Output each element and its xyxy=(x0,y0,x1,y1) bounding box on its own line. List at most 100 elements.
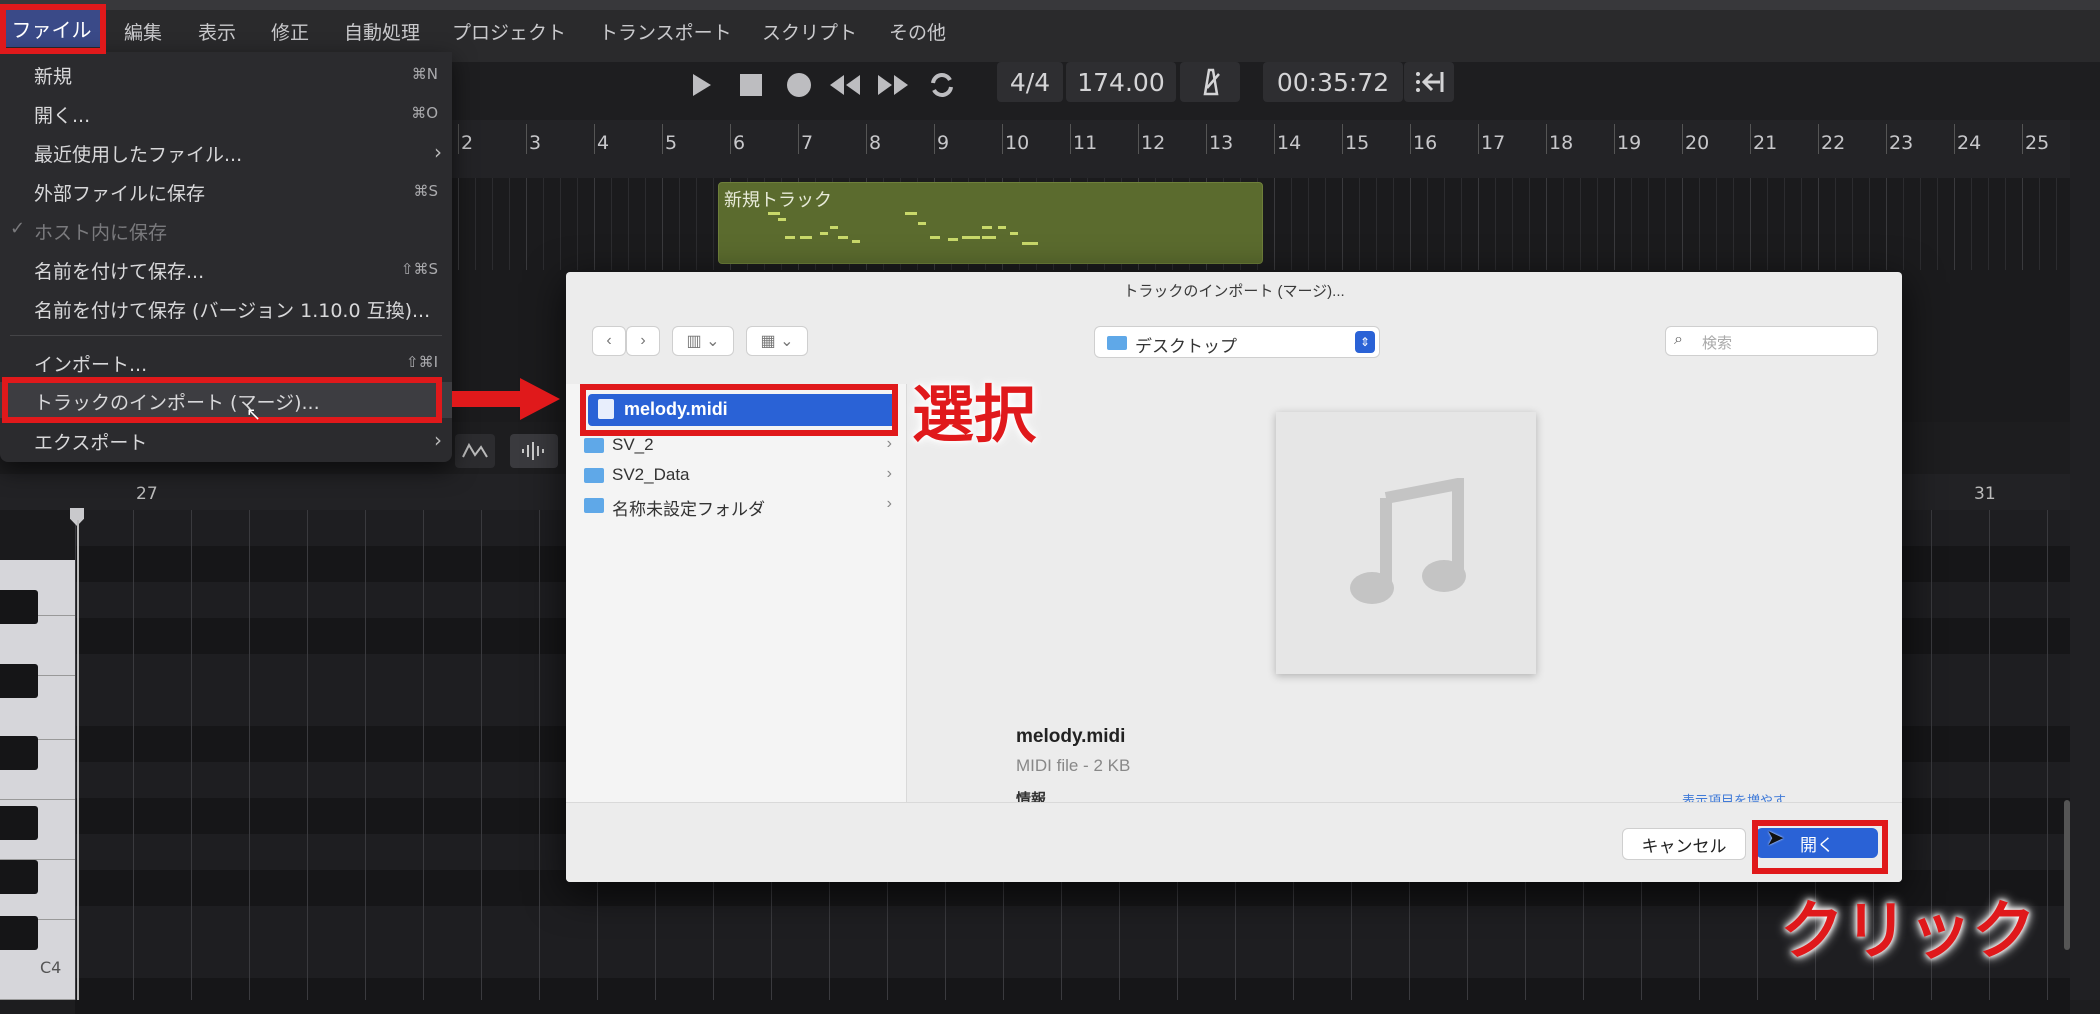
grid-line xyxy=(1648,178,1649,270)
grid-line xyxy=(1274,178,1275,270)
grid-line xyxy=(1682,178,1683,270)
fast-forward-icon[interactable] xyxy=(876,68,910,102)
ruler-tick xyxy=(1206,124,1207,154)
cancel-button[interactable]: キャンセル xyxy=(1622,828,1746,860)
mouse-cursor-icon: ➤ xyxy=(1766,826,1785,851)
menu-view[interactable]: 表示 xyxy=(198,18,236,45)
grid-line xyxy=(1546,178,1547,270)
grid-view-icon[interactable]: ▦ ⌄ xyxy=(746,326,808,356)
chevron-updown-icon: ⇕ xyxy=(1355,331,1375,353)
grid-line xyxy=(1835,178,1836,270)
menu-item-label: 外部ファイルに保存 xyxy=(34,183,206,205)
grid-line xyxy=(1903,178,1904,270)
piano-black-key[interactable] xyxy=(0,590,38,624)
ruler-bar-number: 24 xyxy=(1957,132,1982,154)
menu-item-import[interactable]: インポート... ⇧⌘I xyxy=(0,344,452,380)
grid-line xyxy=(1818,178,1819,270)
menu-item-open[interactable]: 開く... ⌘O xyxy=(0,95,452,131)
search-field[interactable]: ⌕ 検索 xyxy=(1665,326,1878,356)
grid-line xyxy=(2022,178,2023,270)
grid-line xyxy=(249,510,250,1000)
folder-icon xyxy=(584,498,604,513)
grid-line xyxy=(577,178,578,270)
grid-line xyxy=(611,178,612,270)
menu-edit[interactable]: 編集 xyxy=(124,18,162,45)
menu-project[interactable]: プロジェクト xyxy=(452,18,566,45)
ruler-bar-number: 8 xyxy=(869,132,882,154)
stop-icon[interactable] xyxy=(734,68,768,102)
menu-item-label: 名前を付けて保存 (バージョン 1.10.0 互換)... xyxy=(34,300,431,322)
piano-black-key[interactable] xyxy=(0,664,38,698)
clip-note xyxy=(778,218,786,221)
menu-modify[interactable]: 修正 xyxy=(271,18,309,45)
menu-script[interactable]: スクリプト xyxy=(762,18,857,45)
menu-item-recent[interactable]: 最近使用したファイル... › xyxy=(0,134,452,170)
clip-note xyxy=(905,212,917,215)
ruler-tick xyxy=(1002,124,1003,154)
piano-roll-row xyxy=(75,942,2070,978)
location-select[interactable]: デスクトップ ⇕ xyxy=(1094,326,1380,358)
arrow-shaft xyxy=(452,391,522,407)
menu-transport[interactable]: トランスポート xyxy=(599,18,732,45)
grid-line xyxy=(594,178,595,270)
clip-note xyxy=(785,236,795,239)
grid-line xyxy=(1529,178,1530,270)
grid-line xyxy=(1665,178,1666,270)
play-icon[interactable] xyxy=(685,68,719,102)
clip-note xyxy=(962,236,980,239)
grid-line xyxy=(1495,178,1496,270)
jump-to-start-icon[interactable] xyxy=(1404,62,1454,102)
ruler-tick xyxy=(458,124,459,154)
menu-item-label: 新規 xyxy=(34,66,73,88)
folder-icon xyxy=(1107,336,1127,350)
time-signature[interactable]: 4/4 xyxy=(997,62,1063,102)
forward-icon[interactable]: › xyxy=(626,326,660,356)
grid-line xyxy=(560,178,561,270)
menu-automation[interactable]: 自動処理 xyxy=(344,18,420,45)
file-row-sv2-data[interactable]: SV2_Data › xyxy=(584,462,900,490)
ruler-bar-number: 20 xyxy=(1685,132,1710,154)
menu-other[interactable]: その他 xyxy=(889,18,946,45)
grid-line xyxy=(1427,178,1428,270)
piano-black-key[interactable] xyxy=(0,736,38,770)
column-view-icon[interactable]: ▥ ⌄ xyxy=(672,326,734,356)
menu-item-save-as-compat[interactable]: 名前を付けて保存 (バージョン 1.10.0 互換)... xyxy=(0,290,452,326)
piano-black-key[interactable] xyxy=(0,916,38,950)
rewind-icon[interactable] xyxy=(828,68,862,102)
tempo-display[interactable]: 174.00 xyxy=(1066,62,1176,102)
loop-icon[interactable] xyxy=(925,68,959,102)
menu-item-export[interactable]: エクスポート › xyxy=(0,422,452,458)
chevron-right-icon: › xyxy=(434,140,442,164)
ruler-bar-number: 14 xyxy=(1277,132,1302,154)
ruler-bar-number: 5 xyxy=(665,132,678,154)
back-icon[interactable]: ‹ xyxy=(592,326,626,356)
ruler-tick xyxy=(1886,124,1887,154)
ruler-tick xyxy=(730,124,731,154)
record-icon[interactable] xyxy=(782,68,816,102)
piano-black-key[interactable] xyxy=(0,860,38,894)
menu-item-new[interactable]: 新規 ⌘N xyxy=(0,56,452,92)
grid-line xyxy=(1614,178,1615,270)
grid-line xyxy=(1750,178,1751,270)
grid-line xyxy=(696,178,697,270)
right-scrollbar[interactable] xyxy=(2070,120,2100,1000)
piano-black-key[interactable] xyxy=(0,806,38,840)
curve-tool-icon[interactable] xyxy=(455,434,495,468)
file-row-sv2[interactable]: SV_2 › xyxy=(584,432,900,460)
ruler-bar-number: 10 xyxy=(1005,132,1030,154)
highlight-import-merge xyxy=(2,377,442,423)
checkmark-icon: ✓ xyxy=(10,218,26,239)
chevron-right-icon: › xyxy=(886,465,892,482)
ruler-bar-number: 9 xyxy=(937,132,950,154)
waveform-icon[interactable] xyxy=(510,434,558,468)
ruler-bar-number: 6 xyxy=(733,132,746,154)
scrollbar-thumb[interactable] xyxy=(2064,800,2070,950)
menu-item-save-as[interactable]: 名前を付けて保存... ⇧⌘S xyxy=(0,251,452,287)
grid-line xyxy=(1954,178,1955,270)
menu-item-save-external[interactable]: 外部ファイルに保存 ⌘S xyxy=(0,173,452,209)
clip-note xyxy=(1022,242,1038,245)
file-row-untitled-folder[interactable]: 名称未設定フォルダ › xyxy=(584,492,900,520)
grid-line xyxy=(1563,178,1564,270)
ruler-tick xyxy=(1614,124,1615,154)
metronome-icon[interactable] xyxy=(1180,62,1240,102)
